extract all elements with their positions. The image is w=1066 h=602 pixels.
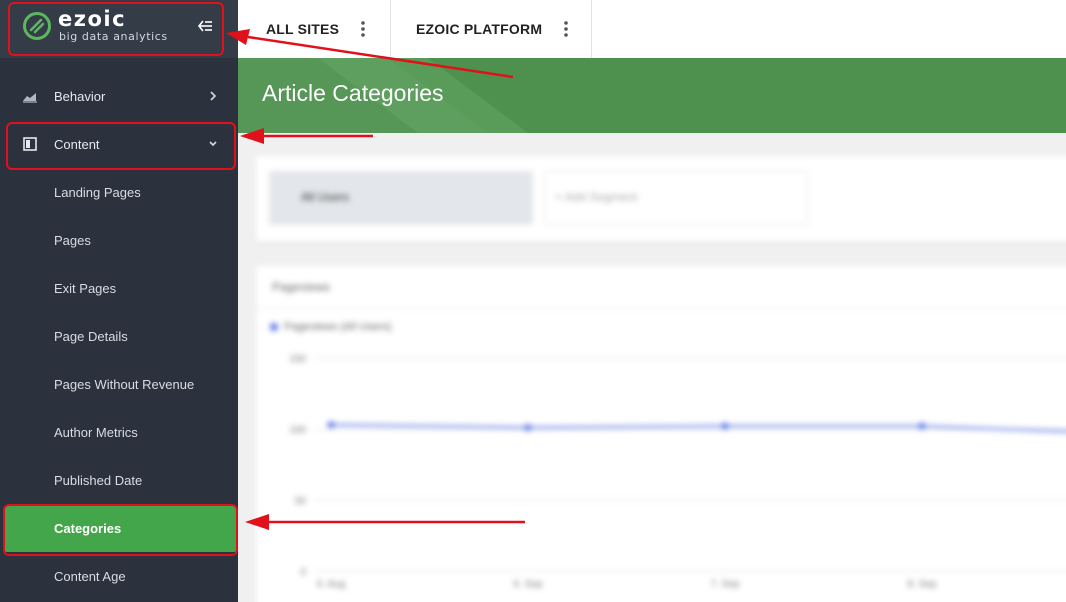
- sidebar-item-landing-pages[interactable]: Landing Pages: [0, 168, 238, 216]
- x-tick-label: 8. Sep: [908, 579, 937, 590]
- annotation-highlight-categories: [3, 504, 238, 556]
- x-tick-label: 6. Sep: [514, 579, 543, 590]
- sidebar-item-label: Behavior: [54, 88, 106, 104]
- series-line: [330, 423, 1066, 433]
- chart-area-icon: [23, 93, 37, 103]
- x-tick-label: 7. Sep: [711, 579, 740, 590]
- segment-label: All Users: [301, 190, 350, 204]
- data-point: [721, 422, 729, 430]
- data-point: [327, 421, 335, 429]
- tab-label: EZOIC PLATFORM: [416, 21, 543, 37]
- sidebar-item-pages[interactable]: Pages: [0, 216, 238, 264]
- sidebar-item-behavior[interactable]: Behavior: [0, 72, 238, 120]
- sidebar-item-author-metrics[interactable]: Author Metrics: [0, 408, 238, 456]
- sidebar-item-label: Author Metrics: [54, 424, 138, 440]
- add-segment-button[interactable]: + Add Segment: [544, 171, 808, 225]
- sidebar-item-label: Content Age: [54, 568, 126, 584]
- y-tick-label: 50: [295, 496, 307, 507]
- legend-label: Pageviews (All Users): [284, 321, 392, 333]
- metric-selector[interactable]: Pageviews: [272, 280, 330, 294]
- segment-all-users[interactable]: All Users: [269, 171, 533, 225]
- sidebar-item-label: Page Details: [54, 328, 128, 344]
- main-content: All Users + Add Segment Pageviews Pagevi…: [238, 133, 1066, 602]
- sidebar-item-label: Exit Pages: [54, 280, 117, 296]
- sidebar-item-label: Pages Without Revenue: [54, 376, 195, 392]
- data-point: [918, 422, 926, 430]
- sidebar-item-label: Pages: [54, 232, 91, 248]
- sidebar-item-page-details[interactable]: Page Details: [0, 312, 238, 360]
- chart-header: Pageviews: [256, 266, 1066, 309]
- segment-bar: All Users + Add Segment: [256, 156, 1066, 242]
- more-vertical-icon[interactable]: [361, 20, 365, 38]
- chevron-right-icon: [210, 91, 217, 101]
- y-tick-label: 100: [289, 425, 306, 436]
- legend-marker: [270, 323, 278, 331]
- annotation-highlight-logo: [8, 2, 224, 56]
- line-chart: 150 100 50 0 6. Aug 6. Sep 7. Sep 8. Sep: [289, 354, 1066, 590]
- chart-legend[interactable]: Pageviews (All Users): [270, 321, 392, 333]
- sidebar-item-content-age[interactable]: Content Age: [0, 552, 238, 600]
- add-segment-label: + Add Segment: [555, 190, 638, 204]
- sidebar-item-label: Published Date: [54, 472, 143, 488]
- sidebar-item-label: Landing Pages: [54, 184, 141, 200]
- chart-card: Pageviews Pageviews (All Users) 150 100 50…: [256, 266, 1066, 602]
- data-point: [524, 424, 532, 432]
- y-tick-label: 0: [300, 567, 306, 578]
- sidebar-item-published-date[interactable]: Published Date: [0, 456, 238, 504]
- x-tick-label: 6. Aug: [317, 579, 345, 590]
- y-tick-label: 150: [289, 354, 306, 365]
- tab-ezoic-platform[interactable]: EZOIC PLATFORM: [390, 0, 592, 58]
- tab-all-sites[interactable]: ALL SITES: [238, 0, 391, 58]
- sidebar-item-pages-without-revenue[interactable]: Pages Without Revenue: [0, 360, 238, 408]
- page-title: Article Categories: [262, 80, 444, 106]
- page-banner: Article Categories: [238, 58, 1066, 133]
- annotation-highlight-content: [6, 122, 236, 170]
- more-vertical-icon[interactable]: [564, 20, 569, 38]
- sidebar-item-exit-pages[interactable]: Exit Pages: [0, 264, 238, 312]
- tab-label: ALL SITES: [266, 21, 340, 37]
- top-bar: ALL SITES EZOIC PLATFORM: [238, 0, 1066, 59]
